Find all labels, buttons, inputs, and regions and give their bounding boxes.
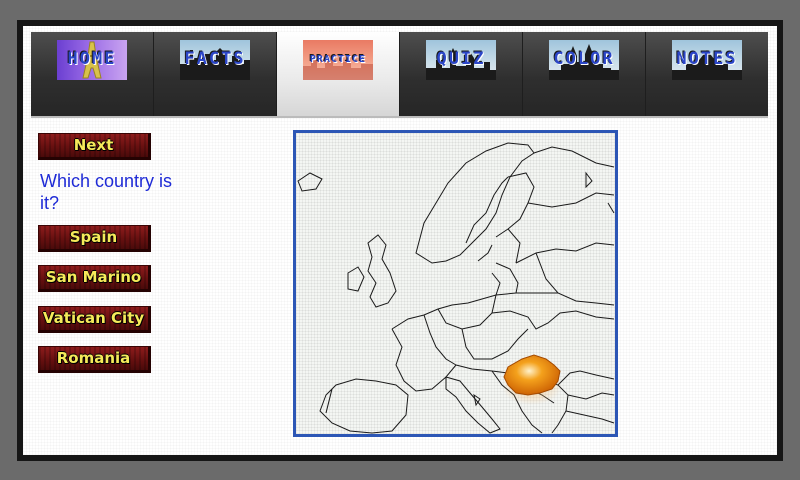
answer-button-san-marino[interactable]: San Marino [38, 265, 151, 292]
tab-facts[interactable]: FACTS [154, 32, 277, 116]
tab-quiz[interactable]: QUIZ [400, 32, 523, 116]
tab-home-label: HOME [67, 49, 117, 69]
tab-color[interactable]: COLOR [523, 32, 646, 116]
tab-bar: HOME FACTS PRACTICE QUIZ COLOR NOTES [31, 32, 768, 118]
answer-button-vatican-city[interactable]: Vatican City [38, 306, 151, 333]
answer-button-romania[interactable]: Romania [38, 346, 151, 373]
tab-facts-label: FACTS [184, 49, 246, 69]
tab-notes-label: NOTES [676, 49, 738, 69]
next-button[interactable]: Next [38, 133, 151, 160]
tab-practice-label: PRACTICE [309, 54, 367, 65]
tab-notes[interactable]: NOTES [646, 32, 768, 116]
tab-quiz-label: QUIZ [436, 49, 486, 69]
tab-home[interactable]: HOME [31, 32, 154, 116]
tab-practice[interactable]: PRACTICE [277, 32, 400, 116]
answer-button-spain[interactable]: Spain [38, 225, 151, 252]
tab-color-label: COLOR [553, 49, 615, 69]
europe-map [293, 130, 618, 437]
question-text: Which country is it? [40, 171, 173, 213]
